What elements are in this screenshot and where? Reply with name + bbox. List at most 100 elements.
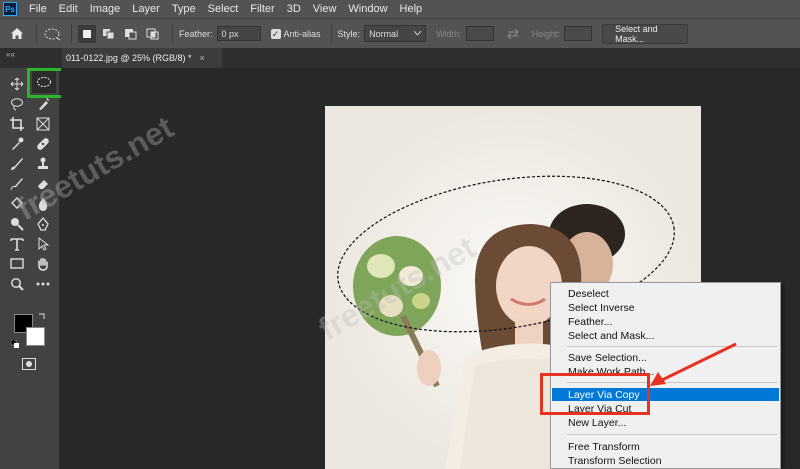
crop-icon bbox=[10, 117, 24, 131]
paint-bucket-tool[interactable] bbox=[6, 194, 28, 214]
width-input[interactable] bbox=[465, 26, 494, 41]
menu-layer[interactable]: Layer bbox=[126, 3, 166, 15]
select-and-mask-button[interactable]: Select and Mask... bbox=[602, 23, 689, 44]
new-selection-button[interactable] bbox=[78, 24, 96, 43]
menu-item-new-layer[interactable]: New Layer... bbox=[552, 416, 779, 429]
style-value: Normal bbox=[369, 28, 399, 39]
menu-item-select-inverse[interactable]: Select Inverse bbox=[552, 301, 779, 314]
eyedropper-tool[interactable] bbox=[6, 134, 28, 154]
menu-select[interactable]: Select bbox=[202, 3, 245, 15]
home-button[interactable] bbox=[8, 25, 26, 43]
default-colors-icon[interactable] bbox=[11, 340, 19, 348]
brush-icon bbox=[11, 158, 23, 170]
stamp-icon bbox=[38, 157, 48, 169]
separator bbox=[71, 23, 72, 44]
zoom-tool[interactable] bbox=[6, 274, 28, 294]
menu-item-free-transform[interactable]: Free Transform bbox=[552, 440, 779, 453]
height-input[interactable] bbox=[564, 26, 593, 41]
hand-icon bbox=[38, 257, 48, 271]
clone-stamp-tool[interactable] bbox=[32, 154, 54, 174]
quick-mask-icon bbox=[22, 358, 36, 370]
toolbox bbox=[0, 68, 60, 469]
menu-image[interactable]: Image bbox=[84, 3, 127, 15]
lasso-tool[interactable] bbox=[6, 94, 28, 114]
menu-file[interactable]: File bbox=[23, 3, 53, 15]
frame-tool[interactable] bbox=[32, 114, 54, 134]
type-icon bbox=[10, 238, 24, 251]
height-label: Height: bbox=[531, 28, 561, 39]
red-highlight-box bbox=[540, 373, 650, 415]
more-tools-button[interactable] bbox=[32, 274, 54, 294]
move-tool[interactable] bbox=[6, 74, 28, 94]
menu-item-deselect[interactable]: Deselect bbox=[552, 287, 779, 300]
menu-type[interactable]: Type bbox=[166, 3, 202, 15]
menu-item-transform-selection[interactable]: Transform Selection bbox=[552, 454, 779, 467]
path-selection-tool[interactable] bbox=[32, 234, 54, 254]
ellipse-marquee-icon bbox=[44, 28, 61, 40]
menu-filter[interactable]: Filter bbox=[244, 3, 280, 15]
menu-separator bbox=[567, 434, 777, 435]
antialias-checkbox[interactable]: ✓ bbox=[270, 28, 281, 39]
pen-tool[interactable] bbox=[32, 214, 54, 234]
brush-tool[interactable] bbox=[6, 154, 28, 174]
quick-selection-brush-icon bbox=[39, 97, 49, 110]
add-to-selection-button[interactable] bbox=[100, 25, 118, 43]
dodge-tool[interactable] bbox=[6, 214, 28, 234]
document-tab-bar: «« 011-0122.jpg @ 25% (RGB/8) * × bbox=[0, 48, 800, 68]
blur-tool[interactable] bbox=[32, 194, 54, 214]
frame-icon bbox=[36, 117, 50, 131]
menu-item-feather[interactable]: Feather... bbox=[552, 315, 779, 328]
photoshop-logo: Ps bbox=[3, 2, 17, 16]
document-tab-title: 011-0122.jpg @ 25% (RGB/8) * bbox=[66, 53, 192, 63]
separator bbox=[36, 23, 37, 44]
add-selection-icon bbox=[103, 28, 115, 39]
swap-dimensions-icon[interactable] bbox=[506, 28, 520, 40]
antialias-label: Anti-alias bbox=[283, 28, 321, 39]
separator bbox=[172, 23, 173, 44]
menu-view[interactable]: View bbox=[307, 3, 343, 15]
home-icon bbox=[11, 28, 23, 39]
document-tab[interactable]: 011-0122.jpg @ 25% (RGB/8) * × bbox=[62, 48, 222, 68]
arrow-pointer-icon bbox=[38, 237, 50, 251]
spot-healing-tool[interactable] bbox=[32, 134, 54, 154]
more-dots-icon bbox=[36, 282, 50, 286]
menu-bar: Ps File Edit Image Layer Type Select Fil… bbox=[0, 0, 800, 18]
eyedropper-icon bbox=[12, 137, 24, 150]
options-bar: Feather: 0 px ✓ Anti-alias Style: Normal… bbox=[0, 18, 800, 48]
history-brush-icon bbox=[10, 178, 23, 191]
magnifier-icon bbox=[11, 278, 24, 291]
width-label: Width: bbox=[436, 28, 462, 39]
crop-tool[interactable] bbox=[6, 114, 28, 134]
red-annotation-arrow bbox=[650, 342, 737, 386]
move-icon bbox=[10, 77, 24, 91]
eraser-icon bbox=[38, 180, 48, 189]
background-color-swatch[interactable] bbox=[26, 327, 45, 346]
subtract-from-selection-button[interactable] bbox=[122, 25, 140, 43]
hand-tool[interactable] bbox=[32, 254, 54, 274]
paint-bucket-icon bbox=[11, 197, 23, 209]
separator bbox=[330, 23, 332, 44]
type-tool[interactable] bbox=[6, 234, 28, 254]
collapse-toolbar-button[interactable]: «« bbox=[6, 50, 15, 59]
bandage-icon bbox=[37, 138, 49, 150]
menu-window[interactable]: Window bbox=[342, 3, 393, 15]
rectangle-icon bbox=[10, 258, 24, 269]
swap-colors-icon[interactable] bbox=[38, 312, 46, 320]
dodge-icon bbox=[11, 218, 24, 231]
history-brush-tool[interactable] bbox=[6, 174, 28, 194]
menu-3d[interactable]: 3D bbox=[281, 3, 307, 15]
menu-help[interactable]: Help bbox=[394, 3, 429, 15]
pen-icon bbox=[37, 217, 49, 231]
eraser-tool[interactable] bbox=[32, 174, 54, 194]
feather-input[interactable]: 0 px bbox=[216, 26, 261, 41]
water-drop-icon bbox=[38, 198, 48, 211]
quick-mask-button[interactable] bbox=[18, 354, 40, 374]
close-tab-button[interactable]: × bbox=[200, 53, 205, 63]
new-selection-icon bbox=[83, 29, 91, 38]
rectangle-tool[interactable] bbox=[6, 254, 28, 274]
elliptical-marquee-preset-button[interactable] bbox=[43, 25, 61, 43]
subtract-selection-icon bbox=[125, 28, 137, 39]
menu-edit[interactable]: Edit bbox=[53, 3, 84, 15]
style-select[interactable]: Normal bbox=[364, 25, 427, 42]
intersect-selection-button[interactable] bbox=[144, 25, 162, 43]
